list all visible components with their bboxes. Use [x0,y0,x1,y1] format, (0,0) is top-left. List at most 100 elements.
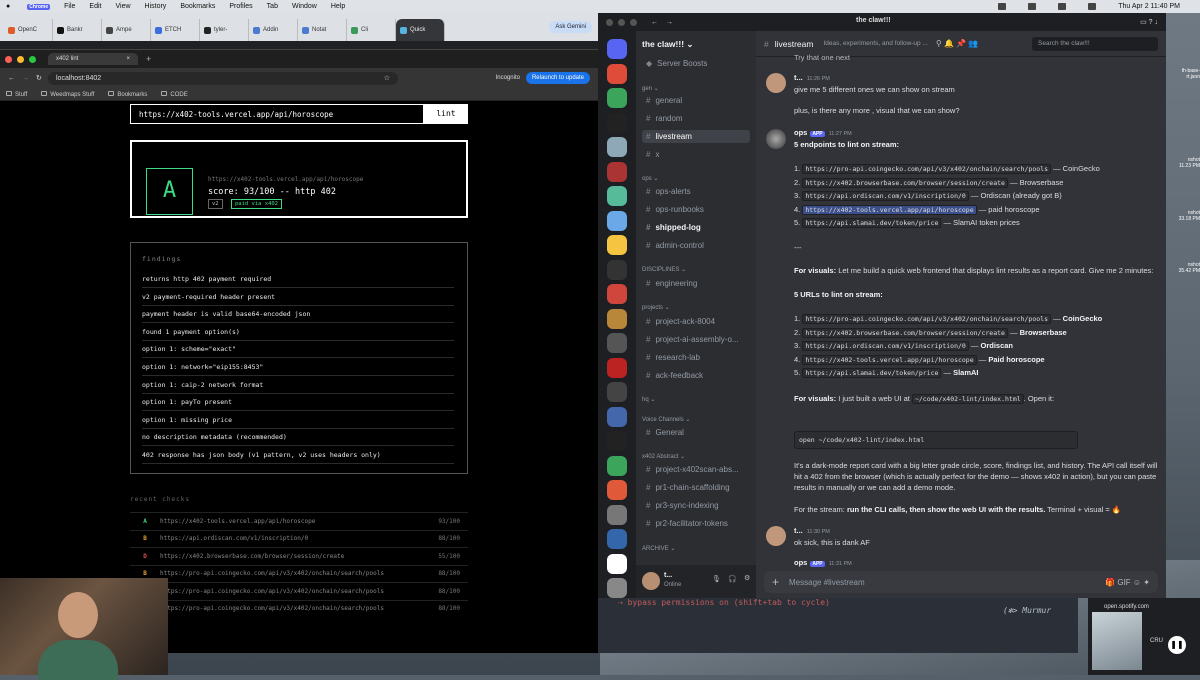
message-author[interactable]: ops APP 11:27 PM [794,128,852,137]
message-composer[interactable]: + Message #livestream 🎁 GIF ☺ ✦ [764,571,1158,593]
avatar[interactable] [642,572,660,590]
message-author[interactable]: t... 11:26 PM [794,73,830,82]
reload-icon[interactable]: ↻ [36,74,42,82]
browser-tab[interactable]: Addin [249,19,298,41]
inline-code[interactable]: https://x402.browserbase.com/browser/ses… [802,177,1008,188]
menu-edit[interactable]: Edit [89,3,101,10]
channel-category[interactable]: x402 Abstract ⌄ [642,453,685,460]
channel-item[interactable]: # livestream [642,130,750,143]
forward-icon[interactable]: → [22,75,29,82]
inline-code[interactable]: https://api.ordiscan.com/v1/inscription/… [802,341,969,351]
menu-window[interactable]: Window [292,3,317,10]
server-icon[interactable] [607,529,627,549]
tab-x402-lint[interactable]: x402 lint × [48,53,138,65]
server-icon[interactable] [607,406,627,427]
server-name[interactable]: the claw!!! ⌄ [642,39,694,50]
channel-item[interactable]: # pr3-sync-indexing [642,499,750,512]
close-window-icon[interactable] [606,18,613,26]
channel-category[interactable]: ops ⌄ [642,175,658,182]
recent-check-row[interactable]: Bhttps://pro-api.coingecko.com/api/v3/x4… [130,599,468,617]
menu-view[interactable]: View [115,3,130,10]
channel-item[interactable]: # project-ack-8004 [642,315,750,328]
code-block[interactable]: open ~/code/x402-lint/index.html [794,431,1078,449]
inbox-icon[interactable]: ▭ ? ↓ [1140,18,1158,26]
minimize-window-icon[interactable] [618,18,625,26]
server-icon[interactable] [607,553,627,574]
server-icon[interactable] [607,186,627,206]
status-icon[interactable] [998,3,1007,10]
channel-item[interactable]: # ops-alerts [642,185,750,198]
header-icons[interactable]: ⚲ 🔔 📌 👥 [936,39,978,48]
browser-tab[interactable]: Ampe [102,19,151,41]
bookmark-folder[interactable]: Weedmaps Stuff [41,90,94,98]
channel-item[interactable]: # pr2-facilitator-tokens [642,517,750,530]
channel-category[interactable]: projects ⌄ [642,304,670,311]
settings-icon[interactable]: ⚙ [744,574,750,582]
server-icon[interactable] [607,88,627,108]
browser-tab[interactable]: ETCH [151,19,200,41]
lint-button[interactable]: lint [424,104,468,124]
channel-category[interactable]: hq ⌄ [642,396,655,403]
inline-code[interactable]: https://api.ordiscan.com/v1/inscription/… [802,191,969,201]
channel-item[interactable]: # research-lab [642,351,750,364]
channel-category[interactable]: DISCIPLINES ⌄ [642,266,686,273]
server-icon[interactable] [607,431,627,451]
browser-tab[interactable]: Bankr [53,19,102,41]
menubar-app[interactable]: Chrome [27,3,51,10]
inline-code[interactable]: https://pro-api.coingecko.com/api/v3/x40… [802,164,1051,174]
zoom-window-icon[interactable] [630,18,637,26]
channel-item[interactable]: # ack-feedback [642,369,750,382]
channel-item[interactable]: # general [642,94,750,107]
screenshot-file[interactable]: th-base-rt.json [1168,68,1200,80]
url-field[interactable]: localhost:8402 ☆ [48,71,398,85]
status-icon[interactable] [1028,3,1037,10]
channel-topic[interactable]: Ideas, experiments, and follow-up ... [823,40,927,47]
inline-code[interactable]: https://x402-tools.vercel.app/api/horosc… [802,204,977,215]
menu-file[interactable]: File [64,3,75,10]
incognito-badge[interactable]: Incognito [496,75,520,81]
add-attachment-icon[interactable]: + [772,575,779,589]
browser-tab-active[interactable]: Quick [396,19,445,41]
wifi-icon[interactable] [1058,3,1067,10]
recent-check-row[interactable]: Dhttps://x402.browserbase.com/browser/se… [130,547,468,564]
channel-item[interactable]: # random [642,112,750,125]
channel-item[interactable]: # engineering [642,277,750,290]
server-icon[interactable] [607,578,627,598]
avatar[interactable] [766,73,786,93]
pause-icon[interactable]: ❚❚ [1168,636,1186,654]
menu-help[interactable]: Help [331,3,345,10]
menubar-clock[interactable]: Thu Apr 2 11:40 PM [1118,3,1180,10]
server-icon[interactable] [607,480,627,500]
server-icon[interactable] [607,357,627,378]
server-icon[interactable] [607,455,627,476]
minimize-window-icon[interactable] [17,55,24,63]
server-icon[interactable] [607,284,627,304]
ask-gemini-button[interactable]: Ask Gemini [549,21,592,33]
server-icon[interactable] [607,39,627,59]
server-icon[interactable] [607,333,627,353]
channel-category[interactable]: Voice Channels ⌄ [642,416,690,423]
server-icon[interactable] [607,235,627,255]
channel-item[interactable]: # project-x402scan-abs... [642,463,750,476]
forward-icon[interactable]: → [666,19,673,26]
server-boosts[interactable]: ◆ Server Boosts [642,57,750,70]
server-icon[interactable] [607,161,627,182]
browser-tab[interactable]: OpenC [4,19,53,41]
channel-item[interactable]: # General [642,426,750,439]
recent-check-row[interactable]: Bhttps://pro-api.coingecko.com/api/v3/x4… [130,582,468,599]
server-icon[interactable] [607,259,627,280]
menu-bookmarks[interactable]: Bookmarks [180,3,215,10]
composer-icons[interactable]: 🎁 GIF ☺ ✦ [1105,578,1150,587]
mic-icon[interactable]: 🎙 [712,575,721,583]
inline-code[interactable]: https://api.slamai.dev/token/price [802,368,942,378]
screenshot-file[interactable]: nshot 35.42 PM [1168,262,1200,274]
channel-category[interactable]: gen ⌄ [642,85,659,92]
recent-check-row[interactable]: Bhttps://api.ordiscan.com/v1/inscription… [130,529,468,547]
channel-item[interactable]: # shipped-log [642,221,750,234]
browser-tab[interactable]: Notat [298,19,347,41]
close-window-icon[interactable] [5,55,12,63]
recent-check-row[interactable]: Ahttps://x402-tools.vercel.app/api/horos… [130,512,468,529]
avatar[interactable] [766,526,786,546]
recent-check-row[interactable]: Bhttps://pro-api.coingecko.com/api/v3/x4… [130,564,468,582]
message-author[interactable]: t... 11:30 PM [794,526,830,535]
